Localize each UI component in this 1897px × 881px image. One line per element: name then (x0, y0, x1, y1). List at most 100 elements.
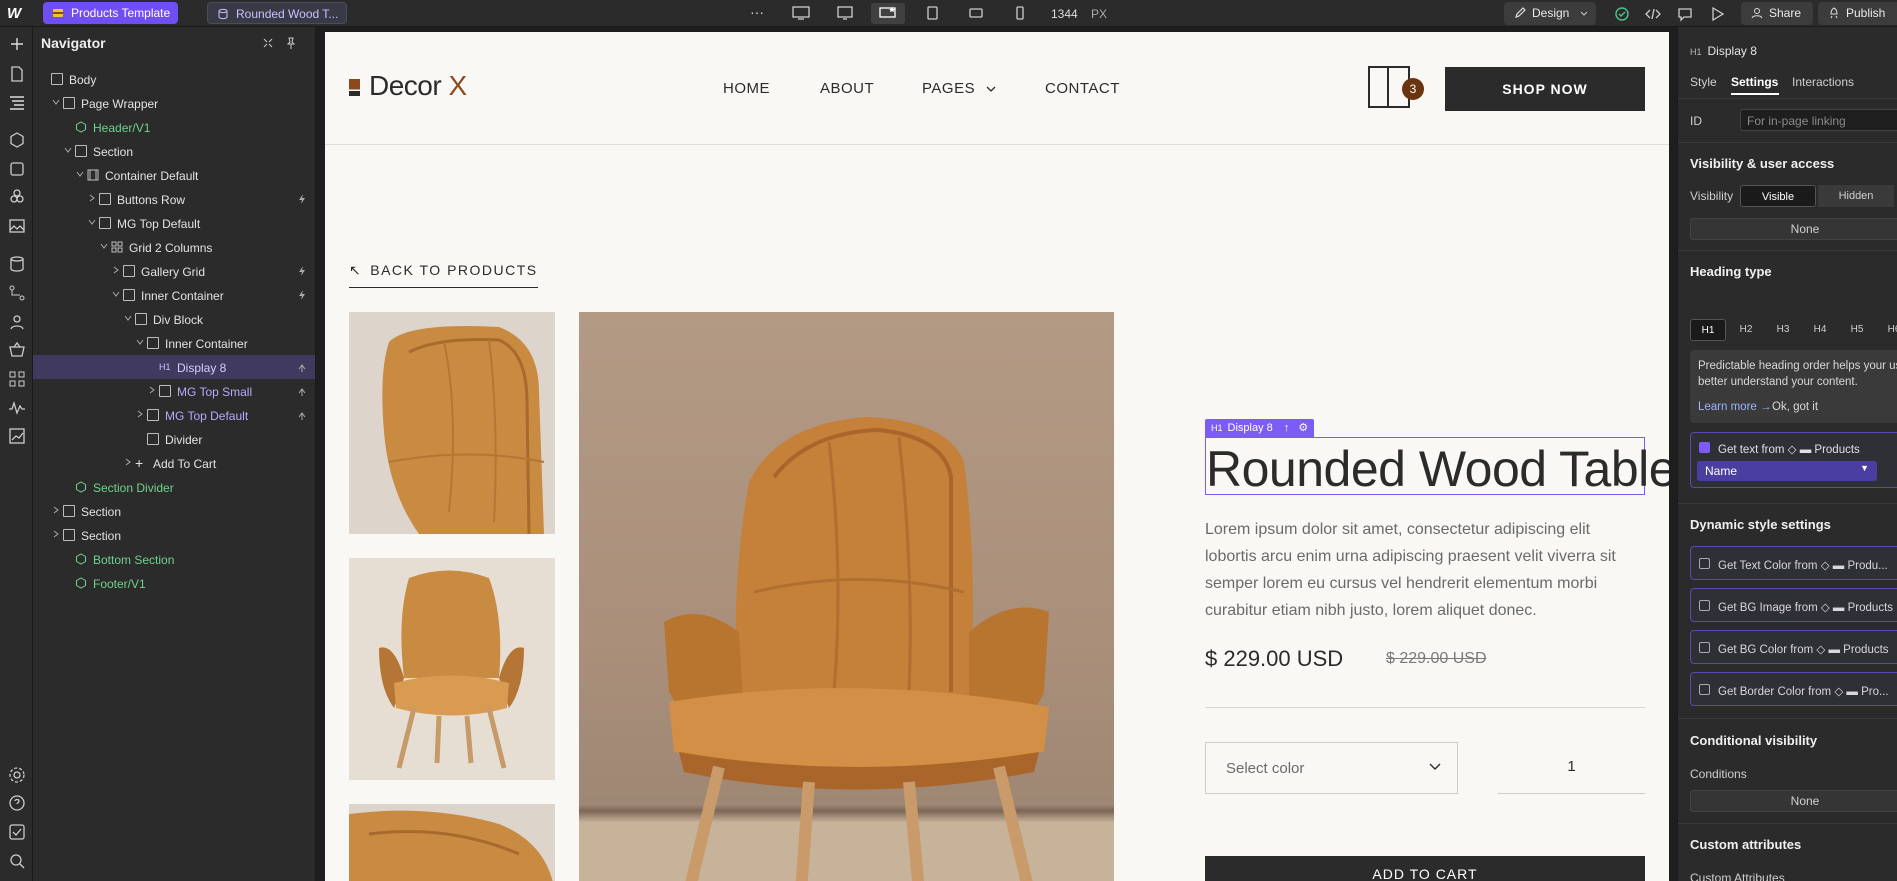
shop-now-button[interactable]: SHOP NOW (1445, 67, 1645, 111)
heading-h1[interactable]: H1 (1690, 319, 1726, 341)
heading-h6[interactable]: H6 (1876, 319, 1897, 341)
tree-item[interactable]: Footer/V1 (33, 571, 315, 595)
tree-item[interactable]: Body (33, 67, 315, 91)
product-title[interactable]: Rounded Wood Table (1206, 440, 1669, 498)
webflow-logo-icon[interactable]: W (7, 5, 27, 22)
dynamic-border-color[interactable]: Get Border Color from ◇ ▬ Pro... (1690, 672, 1897, 706)
chevron-down-icon[interactable] (87, 217, 97, 227)
tree-item[interactable]: MG Top Default (33, 211, 315, 235)
breakpoint-mobile-landscape[interactable] (959, 3, 993, 24)
get-text-binding[interactable]: Get text from ◇ ▬ Products Name ▼ (1690, 432, 1897, 488)
heading-h4[interactable]: H4 (1802, 319, 1838, 341)
chevron-down-icon[interactable] (99, 241, 109, 251)
learn-more-link[interactable]: Learn more → (1698, 399, 1772, 415)
checkbox[interactable] (1699, 600, 1710, 611)
breakpoint-desktop-large[interactable] (784, 3, 818, 24)
breakpoint-mobile-portrait[interactable] (1003, 3, 1037, 24)
chevron-right-icon[interactable] (111, 265, 121, 275)
help-icon[interactable] (8, 794, 26, 812)
products-template-pill[interactable]: Products Template (43, 2, 179, 24)
get-text-checkbox[interactable] (1699, 442, 1710, 453)
design-canvas[interactable]: Decor X HOME ABOUT PAGES CONTACT 3 SHOP … (325, 32, 1669, 881)
tree-item[interactable]: Divider (33, 427, 315, 451)
add-elements-icon[interactable] (8, 35, 26, 53)
tab-style[interactable]: Style (1690, 75, 1717, 89)
collapse-all-icon[interactable] (261, 36, 275, 50)
dynamic-text-color[interactable]: Get Text Color from ◇ ▬ Produ... (1690, 546, 1897, 580)
chevron-down-icon[interactable] (135, 337, 145, 347)
chevron-right-icon[interactable] (51, 505, 61, 515)
settings-gear-icon[interactable]: ⚙ (1298, 422, 1308, 434)
visibility-hidden-option[interactable]: Hidden (1818, 185, 1894, 207)
gallery-thumb-3[interactable] (349, 804, 555, 881)
pin-icon[interactable] (284, 36, 298, 50)
tree-item[interactable]: Bottom Section (33, 547, 315, 571)
cms-icon[interactable] (8, 255, 26, 273)
visibility-visible-option[interactable]: Visible (1740, 185, 1816, 207)
ecommerce-icon[interactable] (8, 341, 26, 359)
insights-icon[interactable] (8, 427, 26, 445)
chevron-down-icon[interactable] (123, 313, 133, 323)
tree-item[interactable]: Buttons Row (33, 187, 315, 211)
chevron-right-icon[interactable] (87, 193, 97, 203)
check-circle-icon[interactable] (1614, 6, 1630, 22)
checkbox[interactable] (1699, 642, 1710, 653)
tree-item[interactable]: Page Wrapper (33, 91, 315, 115)
gallery-thumb-2[interactable] (349, 558, 555, 780)
breakpoint-tablet[interactable] (915, 3, 949, 24)
chevron-right-icon[interactable] (51, 529, 61, 539)
checkbox[interactable] (1699, 684, 1710, 695)
color-select[interactable]: Select color (1205, 742, 1458, 794)
tree-item[interactable]: MG Top Small (33, 379, 315, 403)
dynamic-bg-image[interactable]: Get BG Image from ◇ ▬ Products (1690, 588, 1897, 622)
hero-product-image[interactable] (579, 312, 1114, 881)
pages-icon[interactable] (8, 65, 26, 83)
chevron-down-icon[interactable] (51, 97, 61, 107)
tree-item[interactable]: MG Top Default (33, 403, 315, 427)
heading-h2[interactable]: H2 (1728, 319, 1764, 341)
publish-button[interactable]: Publish (1818, 2, 1897, 25)
ok-got-it-button[interactable]: Ok, got it (1772, 399, 1818, 415)
tree-item[interactable]: Gallery Grid (33, 259, 315, 283)
brand-logo[interactable]: Decor X (349, 70, 467, 102)
nav-home[interactable]: HOME (723, 80, 770, 97)
page-pill[interactable]: Rounded Wood T... (207, 2, 348, 24)
preview-play-icon[interactable] (1709, 6, 1725, 22)
chevron-down-icon[interactable] (63, 145, 73, 155)
tree-item[interactable]: + Add To Cart (33, 451, 315, 475)
nav-contact[interactable]: CONTACT (1045, 80, 1120, 97)
heading-h5[interactable]: H5 (1839, 319, 1875, 341)
chevron-right-icon[interactable] (135, 409, 145, 419)
tree-item[interactable]: H1 Display 8 (33, 355, 315, 379)
assets-icon[interactable] (8, 217, 26, 235)
product-description[interactable]: Lorem ipsum dolor sit amet, consectetur … (1205, 516, 1645, 624)
code-icon[interactable] (1645, 6, 1661, 22)
tree-item[interactable]: Section (33, 523, 315, 547)
tree-item[interactable]: Div Block (33, 307, 315, 331)
breakpoint-base[interactable] (871, 3, 905, 24)
tree-item[interactable]: Inner Container (33, 283, 315, 307)
id-field[interactable]: For in-page linking (1740, 109, 1897, 131)
component-link-icon[interactable]: ↑ (1284, 422, 1290, 434)
logic-icon[interactable] (8, 284, 26, 302)
tree-item[interactable]: Inner Container (33, 331, 315, 355)
conditions-none-button[interactable]: None (1690, 790, 1897, 812)
tree-item[interactable]: Section (33, 499, 315, 523)
name-field-select[interactable]: Name ▼ (1697, 461, 1877, 481)
more-options-icon[interactable]: ··· (750, 4, 764, 20)
design-mode-dropdown[interactable]: Design (1504, 2, 1596, 25)
settings-gear-icon[interactable] (8, 766, 26, 784)
tree-item[interactable]: Header/V1 (33, 115, 315, 139)
variables-icon[interactable] (8, 188, 26, 206)
tab-settings[interactable]: Settings (1731, 75, 1778, 89)
gallery-thumb-1[interactable] (349, 312, 555, 534)
analytics-icon[interactable] (8, 399, 26, 417)
navigator-icon[interactable] (8, 93, 26, 111)
tree-item[interactable]: Grid 2 Columns (33, 235, 315, 259)
dynamic-bg-color[interactable]: Get BG Color from ◇ ▬ Products (1690, 630, 1897, 664)
chevron-down-icon[interactable] (75, 169, 85, 179)
access-none-button[interactable]: None (1690, 218, 1897, 240)
share-button[interactable]: Share (1741, 2, 1813, 25)
nav-pages[interactable]: PAGES (922, 80, 996, 97)
chevron-right-icon[interactable] (147, 385, 157, 395)
